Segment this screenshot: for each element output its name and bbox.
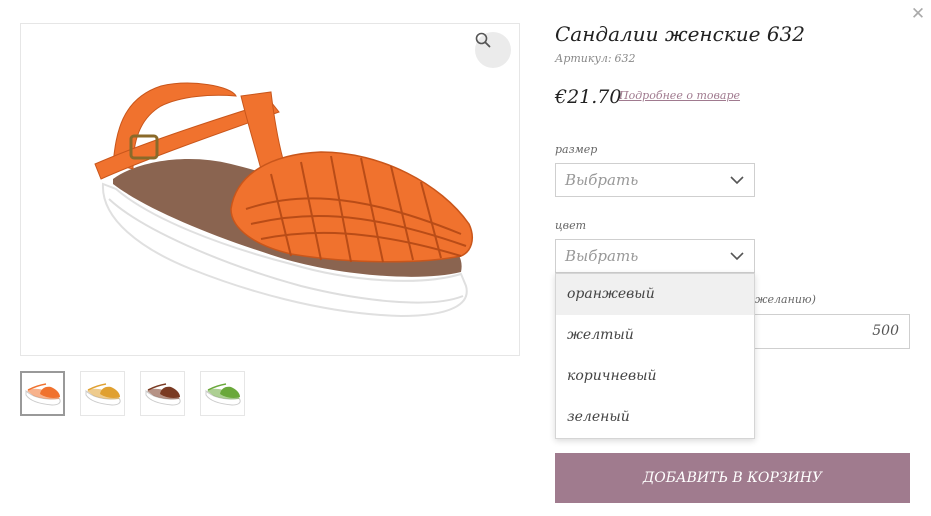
chevron-down-icon — [730, 176, 744, 185]
product-details-link[interactable]: Подробнее о товаре — [619, 89, 740, 102]
chevron-down-icon — [730, 252, 744, 261]
sandal-thumbnail-icon — [145, 382, 181, 406]
product-price: €21.70 — [555, 86, 622, 108]
thumbnail-gallery — [20, 371, 245, 416]
product-title: Сандалии женские 632 — [555, 22, 805, 46]
sku-label: Артикул: — [555, 52, 612, 65]
search-icon[interactable] — [475, 32, 511, 68]
amount-label: желанию) — [755, 293, 816, 306]
thumbnail-yellow[interactable] — [80, 371, 125, 416]
dropdown-option[interactable]: желтый — [556, 315, 754, 356]
orange-sandal-photo — [94, 82, 473, 318]
sandal-thumbnail-icon — [25, 382, 61, 406]
dropdown-option[interactable]: зеленый — [556, 397, 754, 438]
thumbnail-brown[interactable] — [140, 371, 185, 416]
add-to-cart-button[interactable]: ДОБАВИТЬ В КОРЗИНУ — [555, 453, 910, 503]
color-dropdown: оранжевый желтый коричневый зеленый — [555, 273, 755, 439]
dropdown-option[interactable]: оранжевый — [556, 274, 754, 315]
product-main-image[interactable] — [20, 23, 520, 356]
thumbnail-green[interactable] — [200, 371, 245, 416]
color-label: цвет — [555, 219, 587, 232]
close-icon[interactable]: ✕ — [909, 5, 927, 23]
size-select-value: Выбрать — [565, 171, 639, 189]
size-label: размер — [555, 143, 598, 156]
product-sku: Артикул: 632 — [555, 52, 636, 65]
amount-input[interactable]: 500 — [746, 314, 910, 349]
dropdown-option[interactable]: коричневый — [556, 356, 754, 397]
color-select-value: Выбрать — [565, 247, 639, 265]
sandal-thumbnail-icon — [205, 382, 241, 406]
color-select[interactable]: Выбрать — [555, 239, 755, 273]
sandal-thumbnail-icon — [85, 382, 121, 406]
size-select[interactable]: Выбрать — [555, 163, 755, 197]
thumbnail-orange[interactable] — [20, 371, 65, 416]
sku-value: 632 — [614, 52, 636, 65]
